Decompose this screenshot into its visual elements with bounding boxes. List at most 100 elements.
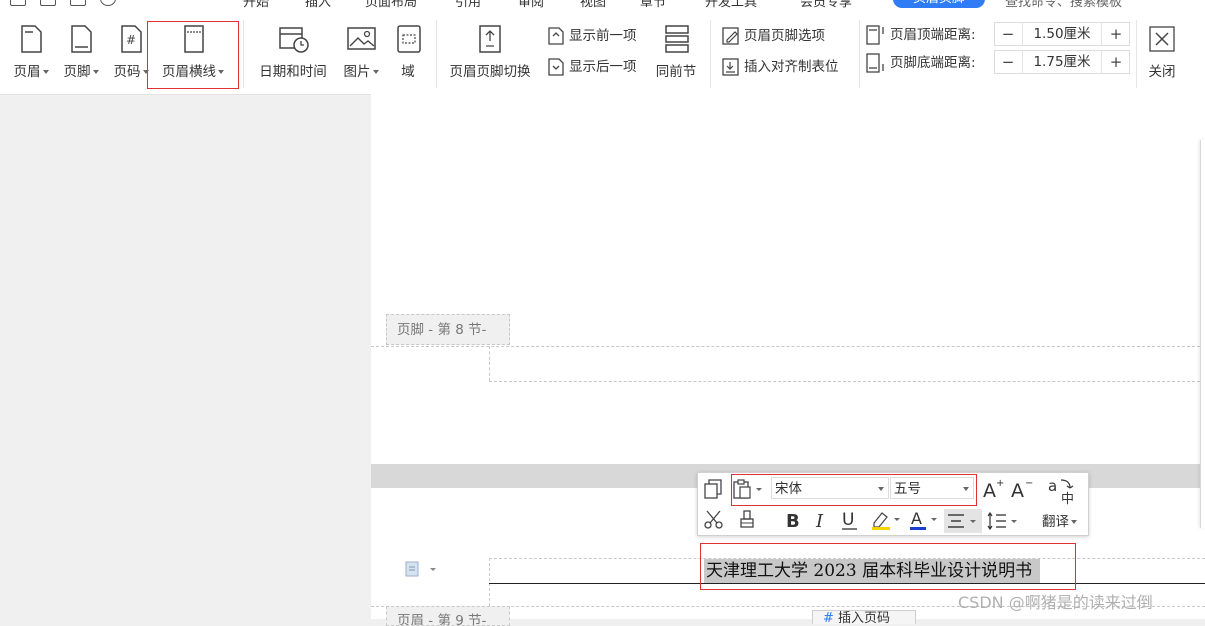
svg-text:U: U [842,510,854,530]
same-as-previous-label: 同前节 [655,64,697,80]
picture-label: 图片 [343,64,371,80]
footer-button[interactable]: 页脚 [58,12,104,92]
tab-member[interactable]: 会员专享 [800,0,852,10]
svg-text:#: # [126,33,136,47]
top-distance-text: 页眉顶端距离: [890,27,976,43]
picture-button[interactable]: 图片 [338,12,384,92]
translate-label: 翻译 [1042,514,1069,530]
search-input[interactable]: 查找命令、搜索模板 [1005,0,1122,10]
margin-guide [489,346,490,381]
decrease-bottom-distance-button[interactable]: − [995,51,1021,73]
footer-distance-icon [866,53,884,73]
bold-icon[interactable]: B [784,509,804,531]
header-top-distance-spinner[interactable]: − 1.50厘米 + [994,22,1130,46]
footer-label: 页脚 [63,64,91,80]
field-label: 域 [401,64,415,80]
tab-header-footer[interactable]: 页眉页脚 [893,0,985,8]
show-previous-label: 显示前一项 [569,28,637,44]
highlight-color-icon[interactable] [870,509,904,531]
translate-button[interactable]: 翻译 [1042,511,1077,533]
svg-text:A: A [911,509,922,528]
footer-bottom-distance-spinner[interactable]: − 1.75厘米 + [994,50,1130,74]
svg-text:+: + [996,478,1004,489]
print-icon[interactable] [70,0,86,6]
svg-text:B: B [786,511,800,531]
date-time-label: 日期和时间 [259,64,327,80]
increase-top-distance-button[interactable]: + [1103,23,1129,45]
footer-section-tag: 页脚 - 第 8 节- [386,314,510,345]
tab-references[interactable]: 引用 [455,0,481,10]
svg-text:A: A [1011,480,1024,501]
field-button[interactable]: 域 [388,12,428,92]
insert-page-number-button[interactable]: # 插入页码 [812,610,916,624]
line-spacing-icon[interactable] [986,509,1020,533]
margin-guide [489,381,1205,382]
footer-bottom-distance-value[interactable]: 1.75厘米 [1022,51,1102,73]
header-footer-options-button[interactable]: 页眉页脚选项 [721,26,825,46]
picture-icon [347,27,376,50]
date-time-button[interactable]: 日期和时间 [254,12,332,92]
tab-insert[interactable]: 插入 [305,0,331,10]
undo-icon[interactable]: ↶ [130,0,141,6]
print-preview-icon[interactable] [40,0,56,6]
svg-text:a: a [1048,477,1057,495]
header-button[interactable]: 页眉 [8,12,54,92]
tab-stop-icon [722,58,739,76]
cut-icon[interactable] [703,509,725,531]
show-next-button[interactable]: 显示后一项 [546,57,637,77]
header-top-distance-value[interactable]: 1.50厘米 [1022,23,1102,45]
insert-tab-stop-label: 插入对齐制表位 [744,59,839,75]
format-painter-icon[interactable] [738,509,758,531]
same-as-previous-icon [665,25,689,53]
options-icon [722,27,739,45]
footer-icon [71,25,92,53]
redo-icon[interactable]: ↷ [168,0,179,6]
field-icon [397,25,421,53]
header-distance-icon [866,25,884,45]
close-header-footer-button[interactable]: 关闭 [1142,12,1182,92]
page-number-icon: # [121,25,142,53]
show-next-icon [548,58,564,76]
decrease-top-distance-button[interactable]: − [995,23,1021,45]
underline-icon[interactable]: U [840,509,862,531]
watermark: CSDN @啊猪是的读来过倒 [958,593,1153,612]
decrease-font-size-icon[interactable]: A − [1010,477,1034,501]
tab-view[interactable]: 视图 [580,0,606,10]
switch-icon [479,25,501,53]
header-section-tag: 页眉 - 第 9 节- [386,606,510,626]
translate-icon[interactable]: a中 [1046,476,1080,506]
tab-review[interactable]: 审阅 [518,0,544,10]
ribbon-divider [243,20,244,88]
insert-page-number-label: 插入页码 [838,611,891,624]
close-label: 关闭 [1148,64,1176,80]
margin-guide [489,558,490,606]
header-footer-switch-button[interactable]: 页眉页脚切换 [444,12,536,92]
ribbon-divider [436,20,437,88]
show-next-label: 显示后一项 [569,59,637,75]
calendar-clock-icon [279,27,309,53]
align-center-button[interactable] [944,509,982,533]
highlight-box-header-line [147,21,239,89]
increase-font-size-icon[interactable]: A + [982,477,1006,501]
font-color-icon[interactable]: A [908,509,942,531]
show-previous-button[interactable]: 显示前一项 [546,26,637,46]
increase-bottom-distance-button[interactable]: + [1103,51,1129,73]
ribbon-toolbar: 页眉 页脚 # 页码 页眉横线 日期和时间 图片 域 页眉页脚切换 显示前一项 … [0,12,1205,95]
tab-start[interactable]: 开始 [243,0,269,10]
find-icon[interactable] [100,0,116,6]
tab-developer[interactable]: 开发工具 [705,0,757,10]
svg-text:−: − [1025,478,1033,489]
align-center-icon [948,514,976,528]
italic-icon[interactable]: I [814,509,830,531]
close-icon [1149,26,1175,52]
save-icon[interactable] [10,0,26,6]
tab-section[interactable]: 章节 [640,0,666,10]
header-icon [21,25,42,53]
ribbon-divider [859,20,860,88]
insert-tab-stop-button[interactable]: 插入对齐制表位 [721,57,839,77]
tab-layout[interactable]: 页面布局 [365,0,417,10]
copy-icon[interactable] [703,478,725,500]
same-as-previous-button[interactable]: 同前节 [652,12,700,92]
highlight-box-font [731,474,977,506]
paste-options-icon[interactable] [404,560,440,578]
